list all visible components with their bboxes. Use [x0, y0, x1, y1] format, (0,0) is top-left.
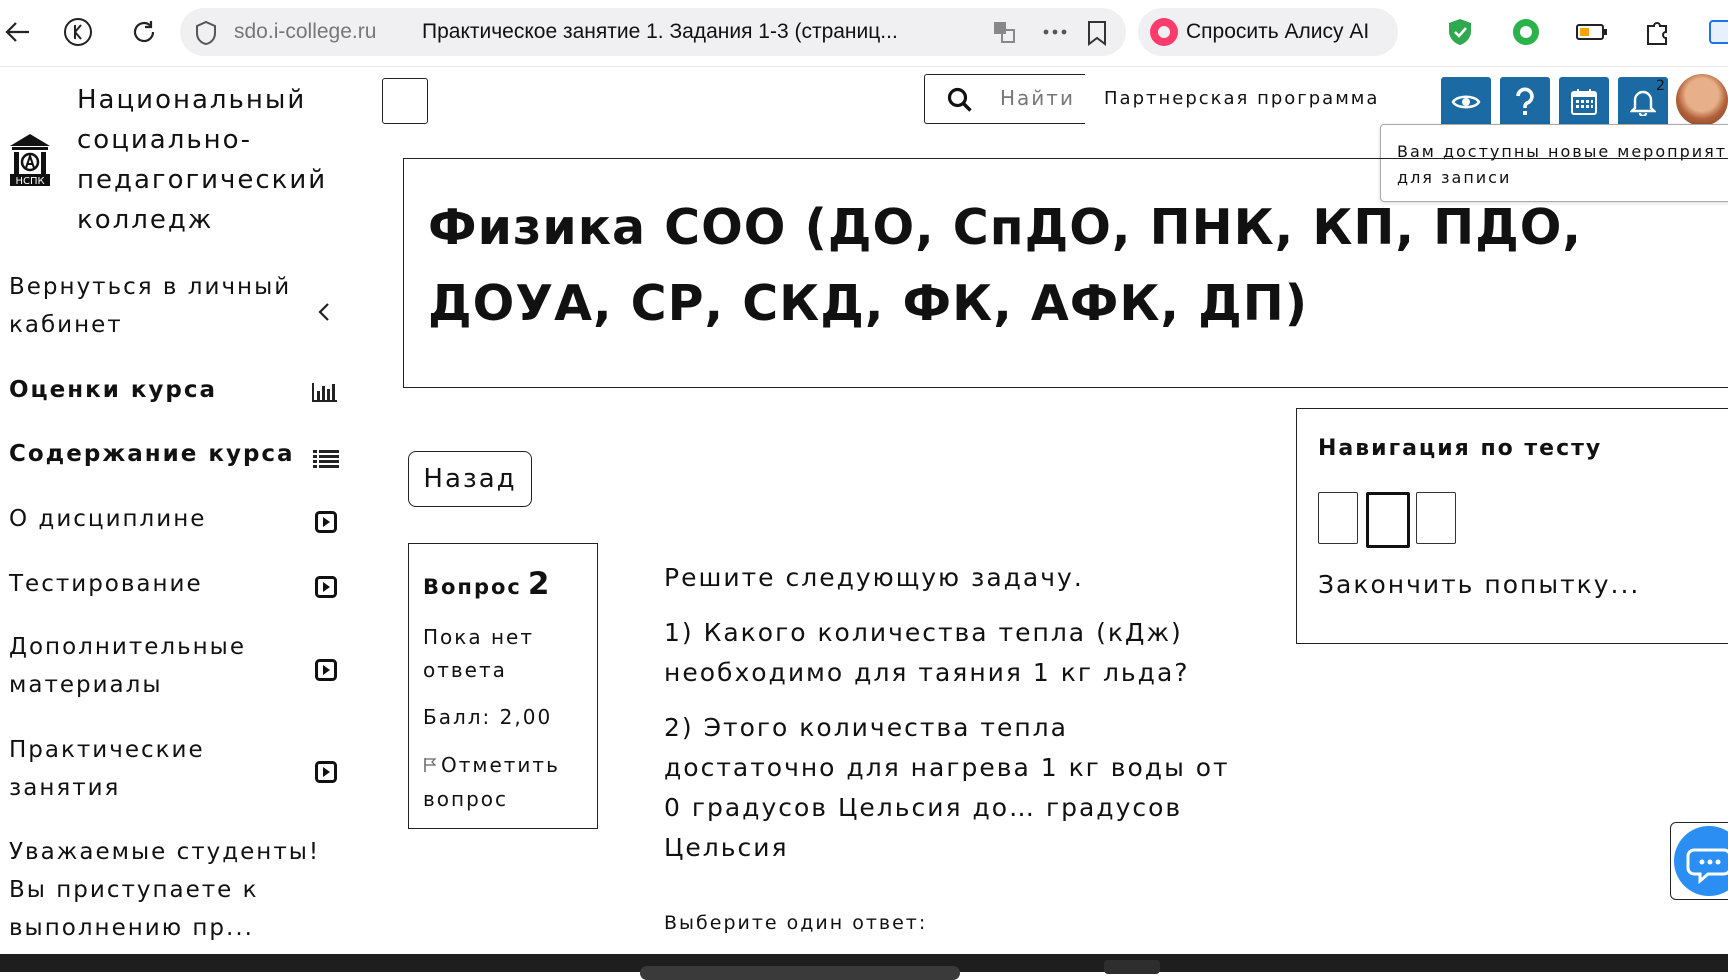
flag-question-label: Отметить вопрос [423, 753, 560, 811]
sidebar-item-testing[interactable]: Тестирование [9, 565, 339, 603]
sidebar-item-label: Тестирование [9, 571, 203, 597]
sidebar-item-label: Вернуться в личный кабинет [9, 274, 292, 338]
question-nav-button-2[interactable] [1366, 492, 1410, 548]
taskbar-search[interactable] [640, 966, 960, 980]
green-shield-extension-icon[interactable] [1442, 14, 1478, 50]
reload-icon[interactable] [126, 14, 162, 50]
sidebar-item-label: Практические занятия [9, 737, 205, 801]
question-intro: Решите следующую задачу. [664, 563, 1084, 592]
college-name[interactable]: Национальный социально-педагогический ко… [77, 80, 347, 240]
sidebar-item-label: О дисциплине [9, 506, 207, 532]
question-mark-icon [1513, 87, 1537, 117]
sidebar-item-label: Дополнительные материалы [9, 634, 246, 698]
question-nav-button-3[interactable] [1416, 492, 1456, 544]
sidebar-item-course-grades[interactable]: Оценки курса [9, 371, 339, 409]
sidebar-item-label: Оценки курса [9, 377, 218, 403]
green-circle-extension-icon[interactable] [1508, 14, 1544, 50]
college-logo[interactable]: НСПК [8, 132, 52, 188]
logo-text: НСПК [15, 176, 44, 187]
question-nav-button-1[interactable] [1318, 492, 1358, 544]
chat-bubble-icon [1674, 848, 1728, 900]
question-part-1: 1) Какого количества тепла (кДж) необход… [664, 618, 1190, 687]
question-status: Пока нет ответа [423, 625, 534, 682]
bookmark-icon[interactable] [1086, 20, 1108, 50]
ask-alice-button[interactable]: Спросить Алису AI [1138, 8, 1398, 56]
extensions-puzzle-icon[interactable] [1640, 14, 1676, 50]
question-number: 2 [527, 566, 552, 602]
chat-widget-button[interactable] [1674, 826, 1728, 896]
yandex-logo-icon[interactable] [60, 14, 96, 50]
help-button[interactable] [1500, 77, 1550, 127]
user-avatar[interactable] [1676, 74, 1728, 126]
notification-count-badge: 2 [1656, 78, 1665, 94]
battery-icon[interactable] [1574, 14, 1610, 50]
finish-attempt-link[interactable]: Закончить попытку... [1318, 570, 1640, 599]
sidebar-toggle-button[interactable] [382, 78, 428, 124]
question-number-heading: Вопрос 2 [423, 566, 551, 602]
calendar-icon [1570, 88, 1598, 116]
translate-icon[interactable] [992, 20, 1016, 48]
more-dots-icon[interactable] [1042, 20, 1068, 48]
play-square-icon [315, 572, 337, 610]
back-button[interactable]: Назад [408, 451, 532, 507]
choose-answer-prompt: Выберите один ответ: [664, 912, 928, 934]
page-tab-title: Практическое занятие 1. Задания 1-3 (стр… [422, 20, 898, 43]
question-score: Балл: 2,00 [423, 705, 553, 729]
search-input[interactable]: Найти [1000, 86, 1075, 110]
play-square-icon [315, 507, 337, 545]
profile-extension-icon[interactable] [1702, 14, 1728, 50]
eye-icon [1451, 92, 1481, 112]
sidebar-item-back-to-cabinet[interactable]: Вернуться в личный кабинет [9, 268, 339, 344]
search-box[interactable]: Найти [924, 74, 1085, 124]
play-square-icon [315, 757, 337, 795]
sidebar-item-label: Уважаемые студенты! Вы приступаете к вып… [9, 839, 321, 941]
back-arrow-icon[interactable] [0, 14, 36, 50]
sidebar-item-student-notice[interactable]: Уважаемые студенты! Вы приступаете к вып… [9, 833, 339, 947]
bar-chart-icon [311, 377, 339, 415]
alice-icon [1150, 18, 1178, 46]
flag-question-link[interactable]: Отметить вопрос [423, 749, 593, 816]
ask-alice-label: Спросить Алису AI [1186, 20, 1370, 43]
browser-toolbar: sdo.i-college.ru Практическое занятие 1.… [0, 0, 1728, 67]
course-title: Физика СОО (ДО, СпДО, ПНК, КП, ПДО, ДОУА… [428, 199, 1582, 332]
sidebar-item-practical-classes[interactable]: Практические занятия [9, 731, 339, 807]
question-label: Вопрос [423, 575, 522, 599]
search-icon[interactable] [947, 87, 973, 117]
test-navigation-title: Навигация по тесту [1318, 436, 1603, 461]
address-bar[interactable]: sdo.i-college.ru Практическое занятие 1.… [180, 8, 1126, 56]
list-icon [313, 443, 339, 481]
accessibility-eye-button[interactable] [1441, 77, 1491, 127]
sidebar-item-label: Содержание курса [9, 441, 295, 467]
chevron-left-icon[interactable] [317, 296, 331, 334]
sidebar-item-course-contents[interactable]: Содержание курса [9, 435, 339, 473]
question-part-2: 2) Этого количества тепла достаточно для… [664, 713, 1230, 862]
site-security-shield-icon[interactable] [194, 20, 218, 50]
sidebar-item-additional-materials[interactable]: Дополнительные материалы [9, 628, 339, 704]
question-info-box: Вопрос 2 Пока нет ответа Балл: 2,00 Отмет… [408, 543, 598, 829]
calendar-button[interactable] [1559, 77, 1609, 127]
bell-icon [1630, 88, 1656, 116]
flag-icon [423, 750, 437, 783]
url-domain[interactable]: sdo.i-college.ru [234, 20, 376, 44]
partner-program-link[interactable]: Партнерская программа [1104, 88, 1379, 109]
play-square-icon [315, 655, 337, 693]
sidebar-item-about-discipline[interactable]: О дисциплине [9, 500, 339, 538]
